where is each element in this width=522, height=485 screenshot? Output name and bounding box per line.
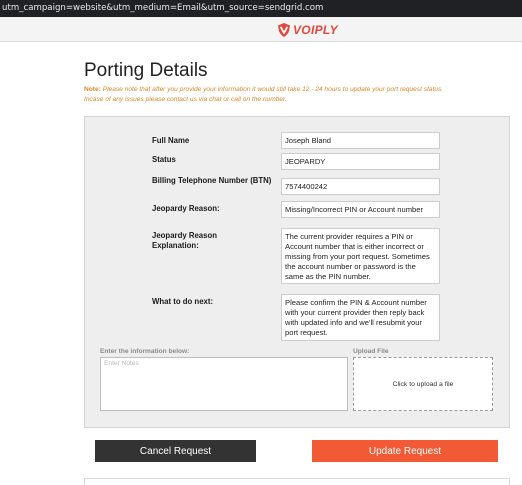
note-text: Note: Please note that after you provide… xyxy=(84,86,443,93)
next-panel-edge xyxy=(84,478,510,485)
jeopardy-reason-label: Jeopardy Reason: xyxy=(152,204,220,213)
note-body: Please note that after you provide your … xyxy=(100,86,444,93)
upload-text: Click to upload a file xyxy=(392,380,454,388)
update-request-button[interactable]: Update Request xyxy=(312,440,498,462)
jeopardy-reason-field[interactable]: Missing/Incorrect PIN or Account number xyxy=(281,201,440,218)
logo-text: VOIPLY xyxy=(293,22,338,37)
next-steps-field[interactable]: Please confirm the PIN & Account number … xyxy=(281,294,440,341)
page-title: Porting Details xyxy=(84,60,208,81)
browser-url-bar[interactable]: utm_campaign=website&utm_medium=Email&ut… xyxy=(0,0,522,17)
note-contact-text: Incase of any issues please contact us v… xyxy=(84,96,287,103)
upload-dropzone[interactable]: Click to upload a file xyxy=(353,357,493,411)
btn-field[interactable]: 7574400242 xyxy=(281,178,440,195)
btn-label: Billing Telephone Number (BTN) xyxy=(152,176,272,185)
status-label: Status xyxy=(152,155,176,164)
voiply-logo[interactable]: VOIPLY xyxy=(276,21,338,38)
site-header: VOIPLY xyxy=(0,17,522,42)
full-name-label: Full Name xyxy=(152,136,190,145)
voiply-shield-logo-icon xyxy=(278,22,290,37)
jeopardy-explanation-label: Jeopardy Reason Explanation: xyxy=(152,231,217,250)
status-field[interactable]: JEOPARDY xyxy=(281,153,440,170)
notes-label: Enter the information below: xyxy=(100,348,190,355)
full-name-field[interactable]: Joseph Bland xyxy=(281,132,440,149)
notes-textarea[interactable]: Enter Notes xyxy=(100,357,348,411)
jeopardy-explanation-field[interactable]: The current provider requires a PIN or A… xyxy=(281,228,440,284)
next-steps-label: What to do next: xyxy=(152,297,214,306)
cancel-request-button[interactable]: Cancel Request xyxy=(95,440,256,462)
note-label: Note: xyxy=(84,86,101,93)
upload-label: Upload File xyxy=(353,348,389,355)
